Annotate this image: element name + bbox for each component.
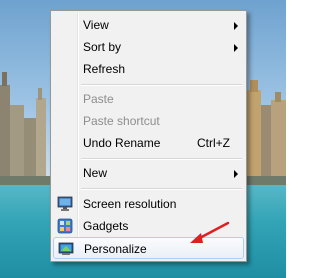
menu-item-personalize[interactable]: Personalize — [53, 237, 244, 259]
menu-item-paste-label: Paste — [83, 92, 114, 106]
menu-item-gadgets[interactable]: Gadgets — [53, 215, 244, 237]
menu-item-gadgets-label: Gadgets — [83, 219, 129, 233]
desktop-context-menu: View Sort by Refresh Paste Paste shortcu… — [50, 10, 247, 262]
submenu-arrow-icon — [234, 44, 238, 52]
menu-separator — [81, 158, 242, 160]
menu-item-screen-resolution[interactable]: Screen resolution — [53, 193, 244, 215]
menu-item-screen-resolution-label: Screen resolution — [83, 197, 177, 211]
menu-item-refresh[interactable]: Refresh — [53, 58, 244, 80]
menu-item-refresh-label: Refresh — [83, 62, 126, 76]
submenu-arrow-icon — [234, 170, 238, 178]
display-icon — [57, 196, 73, 211]
menu-separator — [81, 84, 242, 86]
undo-shortcut-hint: Ctrl+Z — [197, 136, 230, 150]
menu-item-new[interactable]: New — [53, 162, 244, 184]
submenu-arrow-icon — [234, 22, 238, 30]
menu-item-paste-shortcut-label: Paste shortcut — [83, 114, 160, 128]
menu-item-personalize-label: Personalize — [84, 242, 147, 256]
menu-item-paste-shortcut: Paste shortcut — [53, 110, 244, 132]
menu-item-undo-rename-label: Undo Rename — [83, 136, 161, 150]
menu-item-sort-by-label: Sort by — [83, 40, 122, 54]
menu-item-view-label: View — [83, 18, 109, 32]
menu-separator — [81, 188, 242, 190]
gadgets-icon — [57, 218, 73, 234]
menu-item-undo-rename[interactable]: Undo Rename Ctrl+Z — [53, 132, 244, 154]
menu-item-new-label: New — [83, 166, 108, 180]
menu-item-paste: Paste — [53, 88, 244, 110]
menu-item-sort-by[interactable]: Sort by — [53, 36, 244, 58]
menu-item-view[interactable]: View — [53, 14, 244, 36]
personalize-icon — [58, 242, 74, 255]
